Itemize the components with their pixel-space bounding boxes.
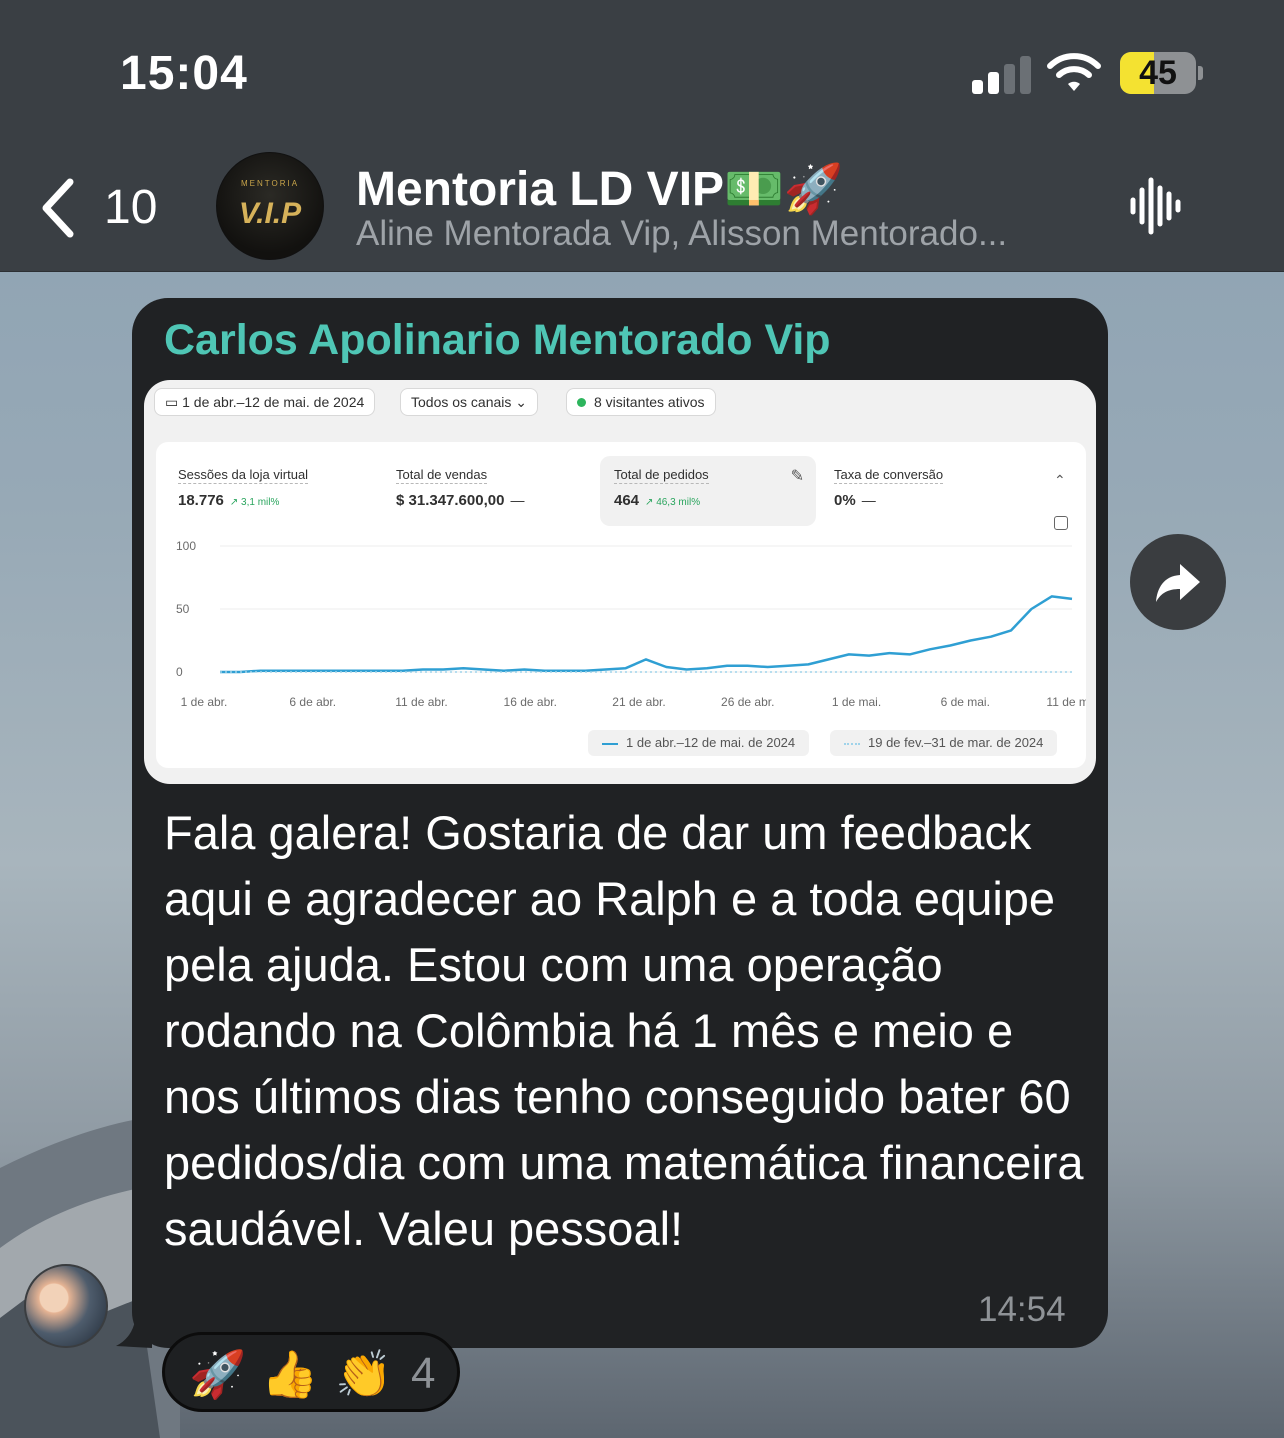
forward-arrow-icon: [1156, 564, 1200, 602]
green-dot-icon: [577, 398, 586, 407]
battery-tip: [1198, 66, 1203, 80]
sender-avatar[interactable]: [24, 1264, 108, 1348]
x-tick-label: 1 de mai.: [832, 695, 881, 709]
active-visitors-chip: 8 visitantes ativos: [566, 388, 716, 416]
battery-icon: 45: [1120, 52, 1196, 94]
group-name[interactable]: Mentoria LD VIP💵🚀: [356, 160, 844, 217]
legend-previous: 19 de fev.–31 de mar. de 2024: [830, 730, 1058, 756]
reaction-clap[interactable]: 👏: [335, 1347, 392, 1401]
y-tick-label: 0: [176, 665, 183, 679]
avatar-vip-text: V.I.P: [238, 197, 302, 230]
avatar-small-text: MENTORIA: [240, 179, 300, 188]
status-time: 15:04: [120, 47, 248, 100]
attached-image[interactable]: ▭ 1 de abr.–12 de mai. de 2024 Todos os …: [144, 380, 1096, 784]
x-tick-label: 6 de abr.: [289, 695, 336, 709]
legend-current: 1 de abr.–12 de mai. de 2024: [588, 730, 810, 756]
date-filter-chip: ▭ 1 de abr.–12 de mai. de 2024: [154, 388, 376, 416]
wifi-icon: [1047, 53, 1101, 91]
bubble-tail: [116, 1300, 152, 1348]
channel-filter-chip: Todos os canais ⌄: [400, 388, 539, 416]
active-visitors: 8 visitantes ativos: [594, 394, 705, 410]
x-tick-label: 16 de abr.: [504, 695, 557, 709]
y-tick-label: 50: [176, 602, 190, 616]
chat-header: 15:04 45 10 MENTORIA V.I.P Mentoria LD V…: [0, 0, 1284, 272]
date-filter: 1 de abr.–12 de mai. de 2024: [182, 394, 365, 410]
legend-previous-label: 19 de fev.–31 de mar. de 2024: [868, 735, 1044, 750]
group-members[interactable]: Aline Mentorada Vip, Alisson Mentorado..…: [356, 214, 1007, 254]
legend-line-icon: [602, 742, 618, 745]
message-text: Fala galera! Gostaria de dar um feedback…: [164, 806, 1084, 1255]
cellular-signal-icon: [972, 54, 1032, 94]
reaction-rocket[interactable]: 🚀: [189, 1347, 246, 1401]
reaction-count: 4: [411, 1349, 436, 1398]
forward-button[interactable]: [1130, 534, 1226, 630]
x-tick-label: 21 de abr.: [612, 695, 665, 709]
y-tick-label: 100: [176, 539, 196, 553]
unread-count[interactable]: 10: [104, 180, 157, 235]
x-tick-label: 26 de abr.: [721, 695, 774, 709]
sender-name[interactable]: Carlos Apolinario Mentorado Vip: [164, 316, 831, 365]
x-tick-label: 11 de abr.: [395, 695, 448, 709]
series-line-current: [220, 595, 1073, 674]
orders-line-chart: 100 50 0 1 de abr. 6 de abr. 11 de abr. 16 de …: [176, 539, 1086, 709]
calendar-icon: ▭: [165, 394, 183, 410]
message-time: 14:54: [978, 1290, 1066, 1329]
legend-current-label: 1 de abr.–12 de mai. de 2024: [626, 735, 796, 750]
battery-level: 45: [1139, 54, 1177, 92]
x-tick-label: 1 de abr.: [181, 695, 228, 709]
group-avatar[interactable]: MENTORIA V.I.P: [216, 152, 324, 260]
channel-filter: Todos os canais: [411, 394, 512, 410]
chevron-down-icon: ⌄: [511, 394, 528, 410]
x-tick-label: 6 de mai.: [941, 695, 990, 709]
analytics-card: Sessões da loja virtual 18.776 ↗ 3,1 mil%…: [156, 442, 1086, 768]
reactions-bar[interactable]: 🚀 👍 👏 4: [162, 1332, 460, 1412]
back-chevron-icon[interactable]: [36, 176, 80, 240]
x-tick-label: 11 de mai.: [1046, 695, 1086, 709]
reaction-thumbs-up[interactable]: 👍: [261, 1347, 318, 1401]
voice-chat-icon[interactable]: [1128, 174, 1188, 238]
legend-dotted-line-icon: [844, 742, 860, 745]
